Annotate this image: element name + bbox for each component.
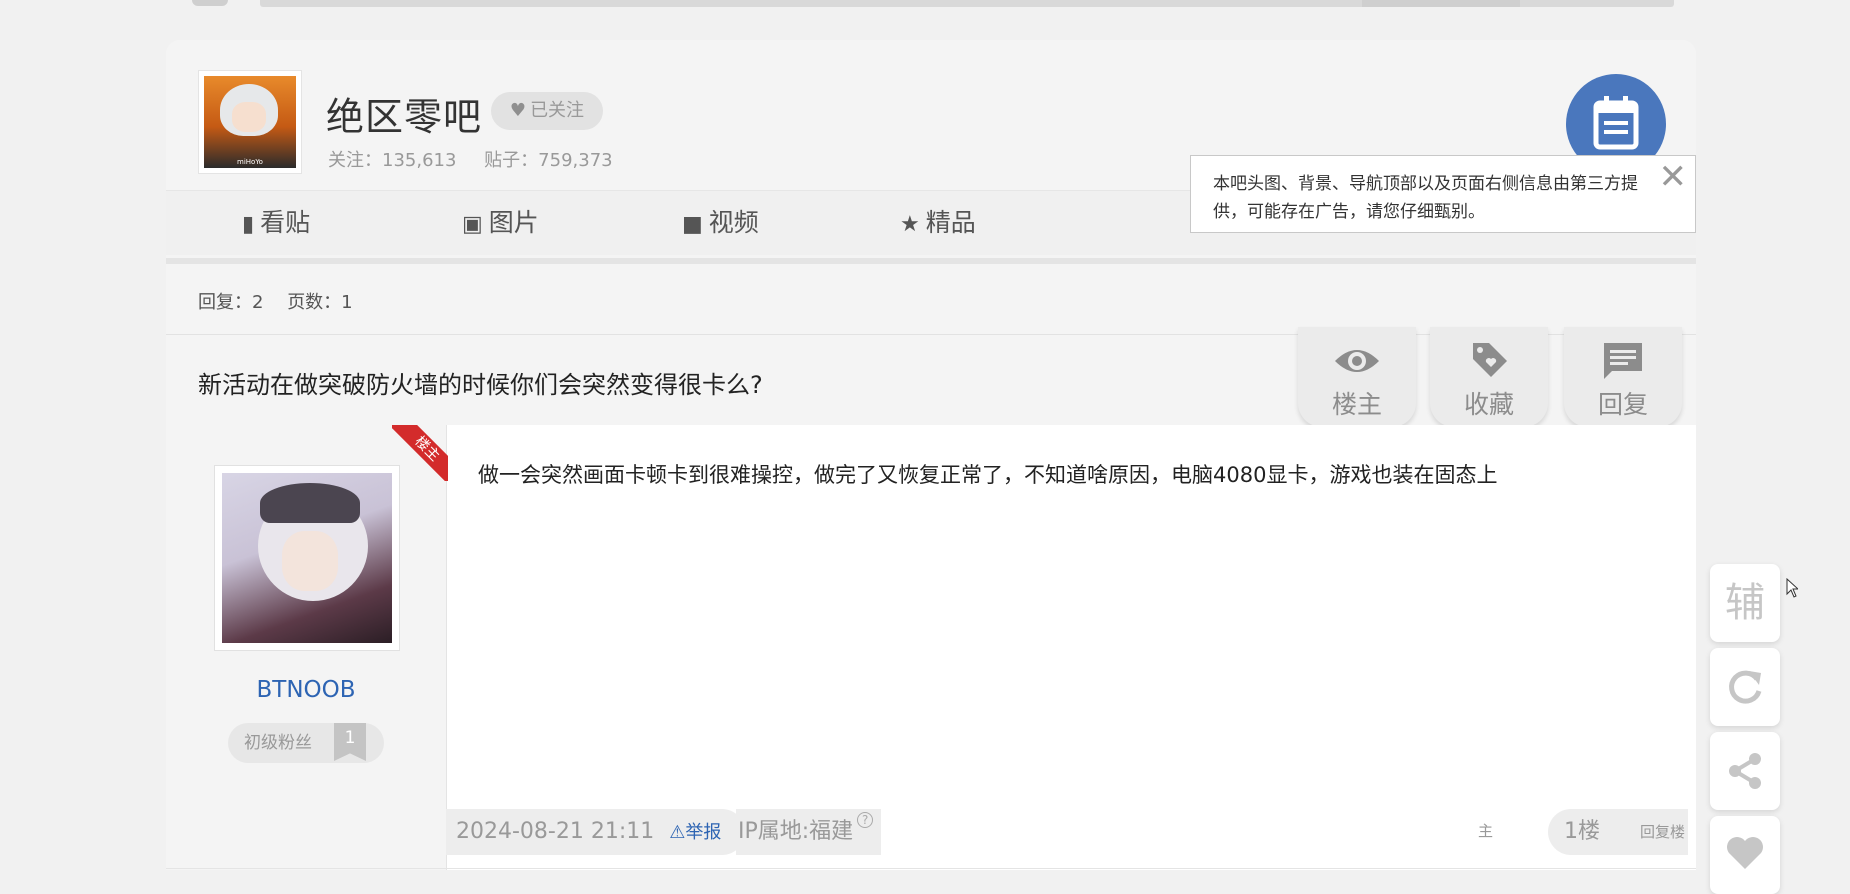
avatar-logo: miHoYo — [237, 158, 263, 166]
post-divider — [166, 868, 1696, 869]
tab-posts[interactable]: ▮ 看贴 — [242, 191, 310, 255]
help-icon[interactable]: ? — [857, 812, 874, 828]
floor-tag: 1楼 回复楼 — [1548, 809, 1688, 855]
reply-floor-link[interactable]: 回复楼 — [1640, 809, 1690, 855]
heart-icon: ♥ — [509, 100, 527, 121]
avatar-face — [282, 531, 338, 591]
thread-counts: 回复：2 页数：1 — [198, 288, 371, 314]
tag-heart-icon — [1430, 341, 1548, 381]
tab-videos[interactable]: ■ 视频 — [682, 191, 759, 255]
follow-button[interactable]: ♥ 已关注 — [491, 92, 603, 130]
op-ribbon: 楼主 — [392, 425, 448, 481]
floor-number: 1楼 — [1564, 819, 1600, 844]
owner-only-button[interactable]: 楼主 — [1298, 327, 1416, 427]
forum-name[interactable]: 绝区零吧 — [326, 86, 482, 141]
thread-title: 新活动在做突破防火墙的时候你们会突然变得很卡么? — [198, 371, 763, 399]
follow-label: 已关注 — [530, 100, 585, 121]
post-datetime: 2024-08-21 21:11 — [456, 819, 655, 844]
fan-level-number: 1 — [334, 723, 366, 761]
mouse-cursor-icon — [1786, 578, 1798, 598]
ip-location-label: IP属地:福建 — [738, 819, 854, 844]
user-avatar-image — [222, 473, 392, 643]
post-content: 做一会突然画面卡顿卡到很难操控，做完了又恢复正常了，不知道啥原因，电脑4080显… — [478, 463, 1498, 487]
owner-only-label: 楼主 — [1331, 390, 1382, 419]
fan-level-label: 初级粉丝 — [244, 733, 312, 753]
reply-floor-suffix: 主 — [1478, 822, 1494, 840]
ip-location: IP属地:福建? — [736, 809, 882, 855]
share-icon — [1729, 753, 1761, 789]
top-tab-nub — [192, 0, 228, 6]
nav-divider — [166, 258, 1696, 264]
tab-images-label: 图片 — [488, 208, 539, 237]
share-button[interactable] — [1710, 732, 1780, 810]
page-count: 页数：1 — [287, 292, 353, 313]
refresh-button[interactable] — [1710, 648, 1780, 726]
fan-level-badge[interactable]: 初级粉丝 1 — [228, 723, 384, 763]
star-icon: ★ — [900, 212, 920, 237]
avatar-face — [232, 102, 266, 132]
collect-label: 收藏 — [1463, 390, 1514, 419]
calendar-icon — [1593, 96, 1639, 150]
forum-avatar-image: miHoYo — [204, 76, 296, 168]
post-floor-1: 楼主 BTNOOB 初级粉丝 1 做一会突然画面卡顿卡到很难操控，做完了又恢复正… — [166, 425, 1696, 870]
forum-stats: 关注：135,613 贴子：759,373 — [328, 146, 635, 172]
post-footer: 2024-08-21 21:11 ⚠举报 IP属地:福建? 1楼 回复楼 — [446, 809, 1696, 855]
assist-label: 辅 — [1725, 580, 1765, 626]
user-avatar[interactable] — [214, 465, 400, 651]
tab-featured-label: 精品 — [925, 208, 976, 237]
author-column: 楼主 BTNOOB 初级粉丝 1 — [166, 425, 448, 870]
report-link[interactable]: ⚠举报 — [669, 822, 721, 843]
author-name[interactable]: BTNOOB — [166, 677, 446, 703]
thread-title-bar: 新活动在做突破防火墙的时候你们会突然变得很卡么? 楼主 收藏 回复 — [166, 327, 1696, 427]
tab-images[interactable]: ▣ 图片 — [462, 191, 539, 255]
comment-icon — [1564, 341, 1682, 381]
document-icon: ▮ — [242, 212, 255, 237]
avatar-helmet — [260, 483, 360, 523]
like-button[interactable] — [1710, 816, 1780, 894]
notice-text: 本吧头图、背景、导航顶部以及页面右侧信息由第三方提供，可能存在广告，请您仔细甄别… — [1213, 174, 1638, 222]
tab-posts-label: 看贴 — [260, 208, 311, 237]
tab-videos-label: 视频 — [708, 208, 759, 237]
third-party-notice: 本吧头图、背景、导航顶部以及页面右侧信息由第三方提供，可能存在广告，请您仔细甄别… — [1190, 155, 1696, 233]
video-icon: ■ — [682, 212, 703, 237]
reply-button[interactable]: 回复 — [1564, 327, 1682, 427]
post-meta: 2024-08-21 21:11 ⚠举报 — [446, 809, 746, 855]
reply-count: 回复：2 — [198, 292, 264, 313]
reply-label: 回复 — [1597, 390, 1648, 419]
follow-count: 关注：135,613 — [328, 150, 457, 171]
post-count: 贴子：759,373 — [484, 150, 613, 171]
eye-icon — [1298, 341, 1416, 381]
close-icon[interactable]: ✕ — [1659, 160, 1688, 194]
forum-avatar[interactable]: miHoYo — [198, 70, 302, 174]
tab-featured[interactable]: ★ 精品 — [900, 191, 976, 255]
op-badge: 楼主 — [392, 425, 448, 481]
assist-button[interactable]: 辅 — [1710, 564, 1780, 642]
image-icon: ▣ — [462, 212, 483, 237]
top-strip — [166, 0, 1694, 8]
collect-button[interactable]: 收藏 — [1430, 327, 1548, 427]
heart-icon — [1727, 837, 1763, 869]
refresh-icon — [1729, 670, 1762, 704]
top-bar-segment — [1362, 0, 1520, 7]
